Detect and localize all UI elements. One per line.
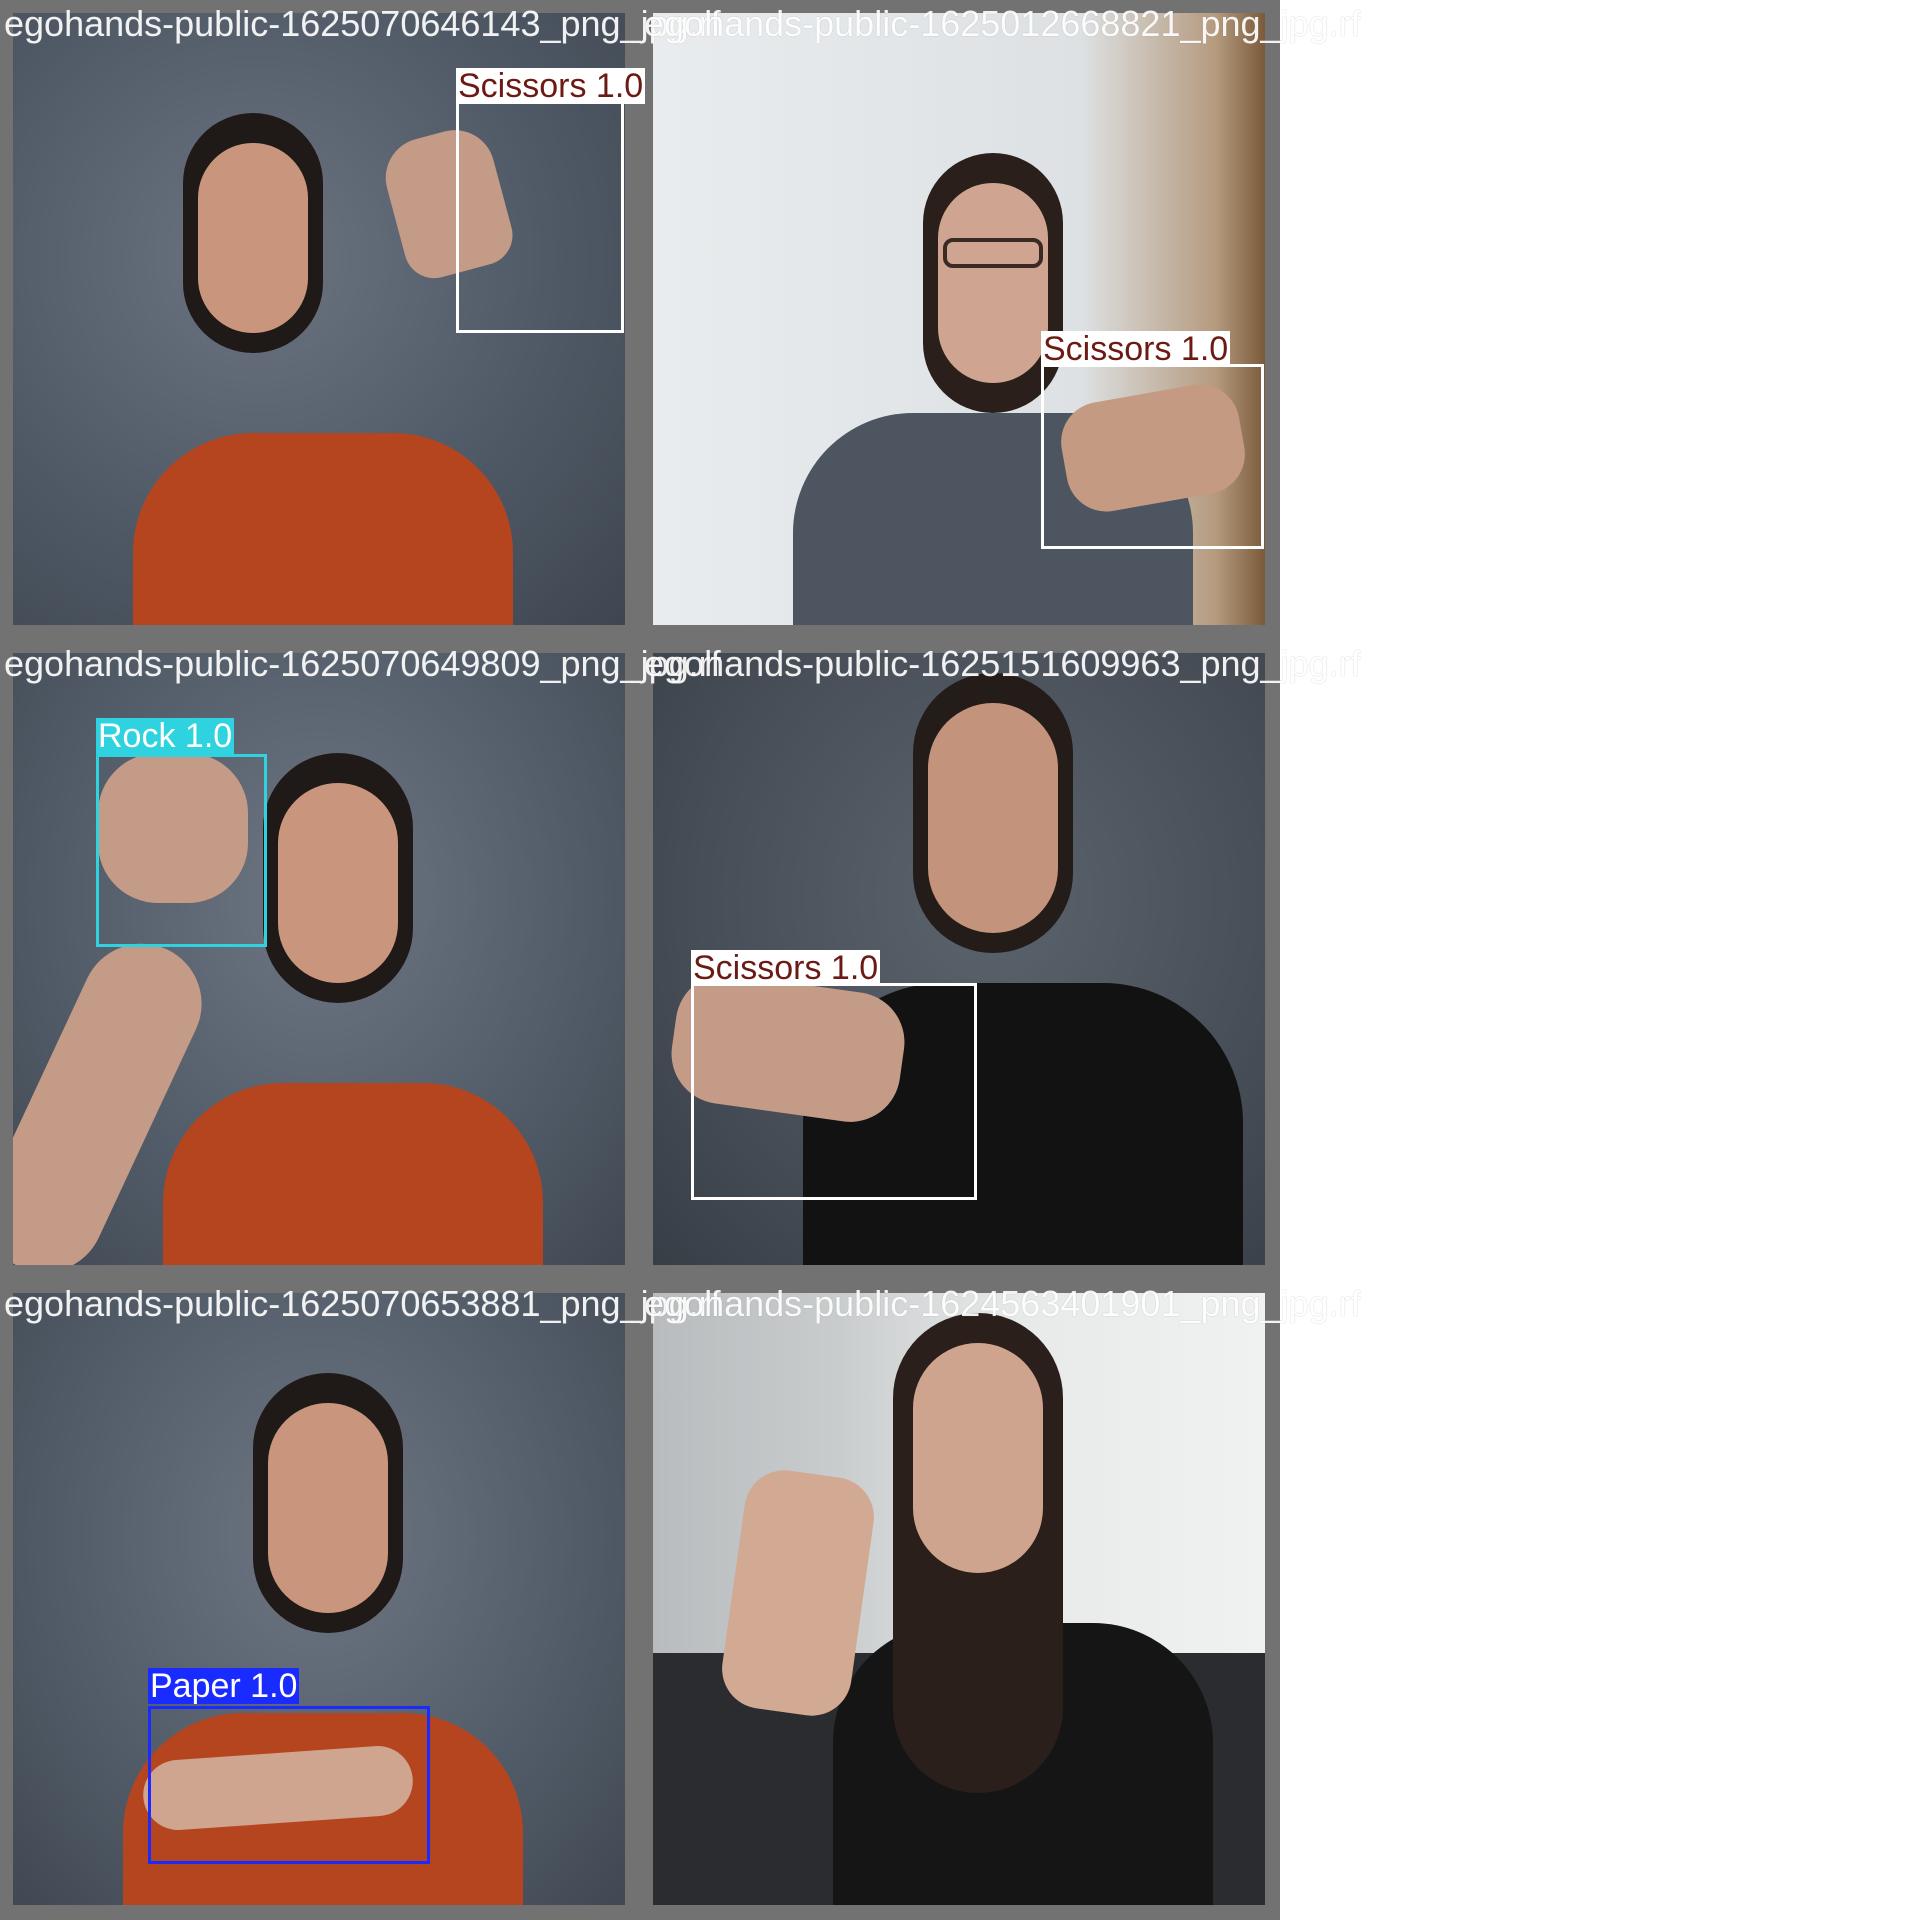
image-tile: egohands-public-1625151609963_png_jpg.rf… [640, 640, 1361, 1280]
detection-label: Scissors 1.0 [691, 949, 881, 987]
detection-label: Rock 1.0 [96, 717, 235, 755]
detection-label: Paper 1.0 [148, 1667, 300, 1705]
image-tile: egohands-public-1625012668821_png_jpg.rf… [640, 0, 1361, 640]
detection-box [1041, 364, 1264, 549]
glasses-icon [943, 238, 1043, 268]
detection-box [456, 101, 624, 333]
photo [653, 1293, 1265, 1905]
image-tile: egohands-public-1625070646143_png_jpg.rf… [0, 0, 721, 640]
person-icon [133, 433, 513, 625]
image-tile: egohands-public-1624563401901_png_jpg.rf [640, 1280, 1361, 1920]
image-tile: egohands-public-1625070649809_png_jpg.rf… [0, 640, 721, 1280]
detection-box [96, 754, 267, 947]
detection-label: Scissors 1.0 [456, 67, 646, 105]
detection-box [148, 1706, 430, 1864]
detection-box [691, 983, 977, 1200]
detection-mosaic: egohands-public-1625070646143_png_jpg.rf… [0, 0, 1920, 1920]
person-icon [163, 1083, 543, 1265]
detection-label: Scissors 1.0 [1041, 330, 1231, 368]
image-tile: egohands-public-1625070653881_png_jpg.rf… [0, 1280, 721, 1920]
